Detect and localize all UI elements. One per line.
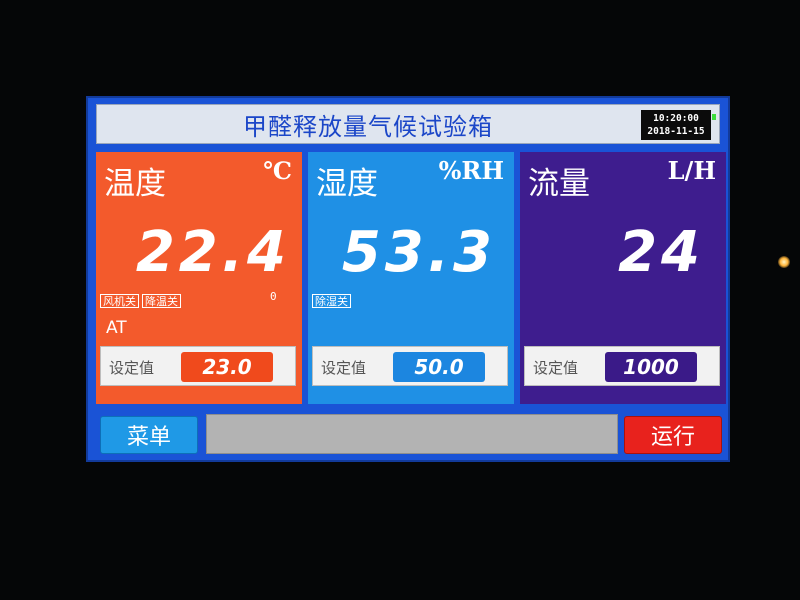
humidity-setpoint-input[interactable]: 50.0	[393, 352, 485, 382]
flow-label: 流量	[528, 166, 590, 202]
title-bar: 甲醛释放量气候试验箱 10:20:00 2018-11-15	[96, 104, 720, 144]
temperature-setpoint-label: 设定值	[109, 359, 155, 377]
temperature-value: 22.4	[135, 220, 290, 285]
hmi-screen: 甲醛释放量气候试验箱 10:20:00 2018-11-15 温度 ℃ 22.4…	[86, 96, 730, 462]
temperature-setpoint-input[interactable]: 23.0	[181, 352, 273, 382]
humidity-panel: 湿度 %RH 53.3 除湿关 设定值 50.0	[308, 152, 514, 404]
flow-setpoint-box: 设定值 1000	[524, 346, 720, 386]
page-title: 甲醛释放量气候试验箱	[243, 112, 493, 141]
flow-panel: 流量 L/H 24 设定值 1000	[520, 152, 726, 404]
run-button[interactable]: 运行	[624, 416, 722, 454]
bezel-indicator-light	[778, 256, 790, 268]
flow-value: 24	[618, 220, 704, 285]
status-led-icon	[712, 114, 716, 120]
humidity-label: 湿度	[316, 166, 378, 202]
humidity-value: 53.3	[341, 220, 496, 285]
flow-setpoint-label: 设定值	[533, 359, 579, 377]
humidity-unit: %RH	[438, 156, 504, 185]
at-mode-label: AT	[106, 318, 127, 338]
flow-unit: L/H	[667, 156, 716, 185]
temperature-setpoint-box: 设定值 23.0	[100, 346, 296, 386]
humidity-setpoint-box: 设定值 50.0	[312, 346, 508, 386]
dehumidify-off-tag[interactable]: 除湿关	[312, 294, 351, 308]
humidity-setpoint-label: 设定值	[321, 359, 367, 377]
temperature-unit: ℃	[263, 156, 292, 185]
flow-setpoint-input[interactable]: 1000	[605, 352, 697, 382]
clock-time: 10:20:00	[653, 113, 699, 124]
status-message-field	[206, 414, 618, 454]
temperature-indicator: 0	[270, 290, 277, 303]
cooling-off-tag[interactable]: 降温关	[142, 294, 181, 308]
clock-display: 10:20:00 2018-11-15	[641, 110, 716, 140]
menu-button[interactable]: 菜单	[100, 416, 198, 454]
fan-off-tag[interactable]: 风机关	[100, 294, 139, 308]
temperature-label: 温度	[104, 166, 166, 202]
clock-date: 2018-11-15	[647, 126, 705, 137]
temperature-panel: 温度 ℃ 22.4 风机关 降温关 0 AT 设定值 23.0	[96, 152, 302, 404]
